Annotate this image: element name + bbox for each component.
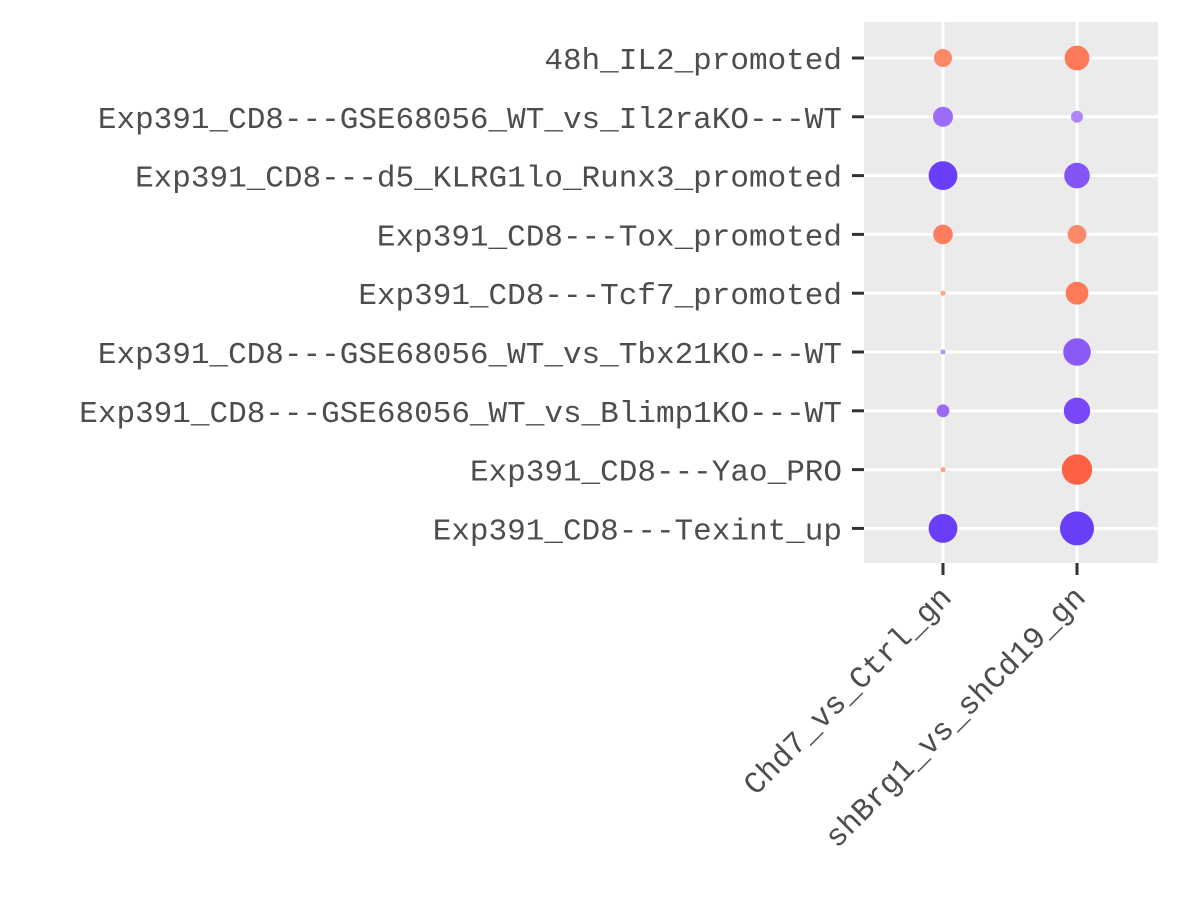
y-axis-tick-label: Exp391_CD8---d5_KLRG1lo_Runx3_promoted (135, 162, 842, 197)
data-point (940, 467, 946, 473)
data-point (1065, 281, 1089, 305)
data-point (940, 290, 946, 296)
data-point (1061, 454, 1093, 485)
y-axis-tick-label: Exp391_CD8---Texint_up (433, 514, 842, 549)
x-axis-tick-label: shBrg1_vs_shCd19_gn (819, 581, 1094, 856)
y-axis-tick-label: Exp391_CD8---GSE68056_WT_vs_Blimp1KO---W… (79, 397, 842, 432)
data-point (1060, 511, 1094, 546)
y-axis-tick-label: Exp391_CD8---Yao_PRO (470, 456, 842, 491)
y-axis-tick-labels: 48h_IL2_promoted Exp391_CD8---GSE68056_WT… (79, 44, 842, 549)
y-axis-tick-label: Exp391_CD8---Tcf7_promoted (358, 279, 842, 314)
x-axis-tick-labels: Chd7_vs_Ctrl_gnshBrg1_vs_shCd19_gn (738, 581, 1094, 856)
y-axis-tick-label: 48h_IL2_promoted (544, 44, 842, 79)
data-point (1064, 162, 1090, 189)
data-point (928, 514, 958, 543)
y-axis-tick-label: Exp391_CD8---Tox_promoted (377, 220, 842, 255)
data-point (1064, 45, 1090, 71)
y-axis-tick-label: Exp391_CD8---GSE68056_WT_vs_Il2raKO---WT (98, 103, 842, 138)
data-point (928, 161, 958, 191)
data-point (936, 404, 950, 418)
data-point (933, 224, 953, 245)
data-point (1067, 225, 1087, 244)
dot-plot-chart: 48h_IL2_promoted Exp391_CD8---GSE68056_WT… (0, 0, 1181, 897)
data-point (934, 49, 952, 67)
y-axis-tick-label: Exp391_CD8---GSE68056_WT_vs_Tbx21KO---WT (98, 338, 842, 373)
data-point (940, 349, 946, 355)
data-point (1063, 338, 1091, 366)
chart-svg: 48h_IL2_promoted Exp391_CD8---GSE68056_WT… (79, 22, 1158, 856)
data-point (1063, 397, 1091, 424)
data-point (933, 106, 953, 127)
data-point (1071, 110, 1083, 123)
